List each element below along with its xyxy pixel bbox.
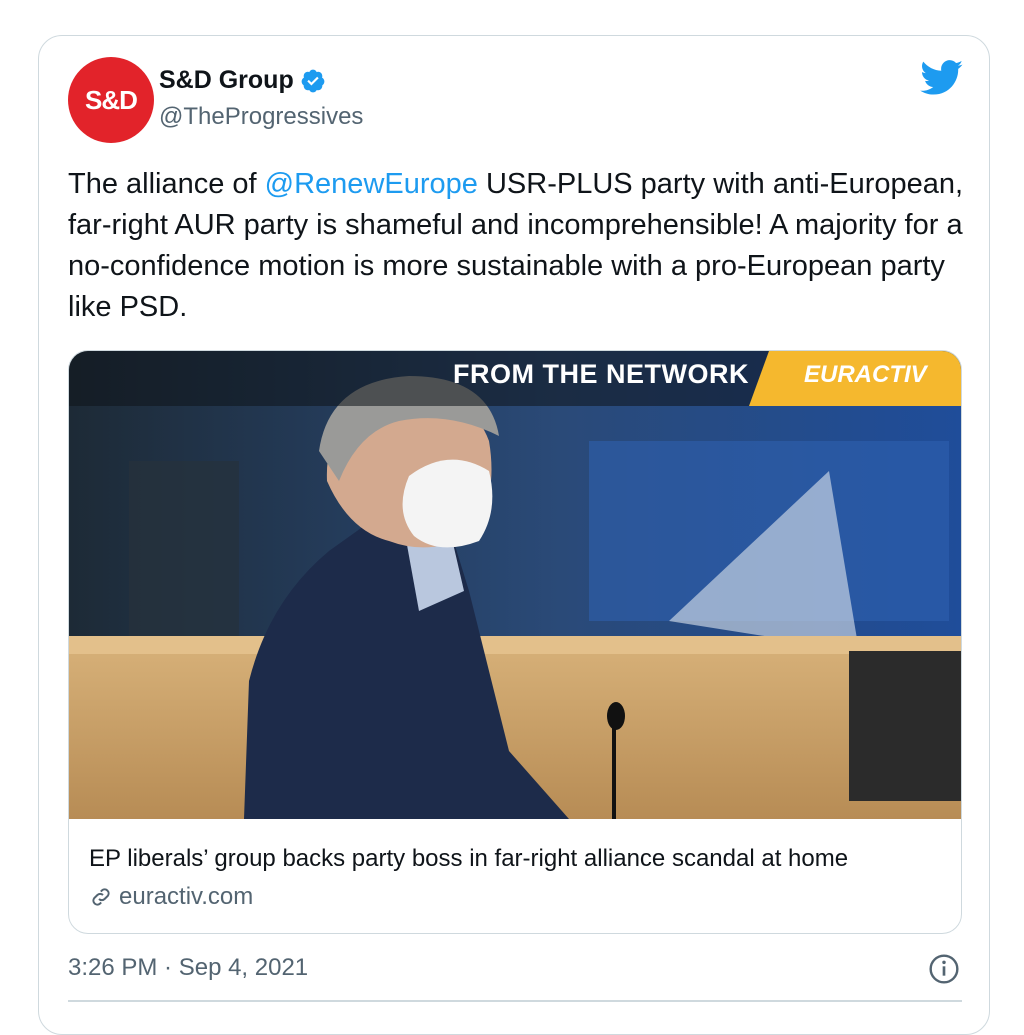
tweet-text: The alliance of @RenewEurope USR-PLUS pa… bbox=[68, 164, 968, 328]
author-name[interactable]: S&D Group bbox=[159, 66, 294, 95]
twitter-bird-icon[interactable] bbox=[920, 60, 964, 96]
divider bbox=[68, 1000, 962, 1002]
avatar[interactable]: S&D bbox=[68, 57, 154, 143]
info-icon[interactable] bbox=[928, 953, 960, 985]
banner-label: FROM THE NETWORK bbox=[453, 359, 749, 389]
link-title[interactable]: EP liberals’ group backs party boss in f… bbox=[89, 845, 848, 873]
article-image bbox=[69, 351, 961, 819]
author-handle[interactable]: @TheProgressives bbox=[159, 103, 363, 131]
tweet-timestamp[interactable]: 3:26 PM · Sep 4, 2021 bbox=[68, 954, 308, 982]
link-preview-card[interactable]: FROM THE NETWORK EURACTIV EP liberals’ g… bbox=[68, 350, 962, 934]
link-icon bbox=[92, 888, 110, 906]
mention-link[interactable]: @RenewEurope bbox=[265, 168, 478, 200]
avatar-text: S&D bbox=[85, 84, 138, 115]
author-name-row[interactable]: S&D Group bbox=[159, 66, 326, 95]
euractiv-logo: EURACTIV bbox=[804, 361, 927, 388]
verified-badge-icon bbox=[301, 69, 325, 92]
link-domain-row[interactable]: euractiv.com bbox=[89, 883, 253, 911]
link-domain: euractiv.com bbox=[119, 883, 254, 910]
tweet-text-start: The alliance of bbox=[68, 168, 265, 200]
